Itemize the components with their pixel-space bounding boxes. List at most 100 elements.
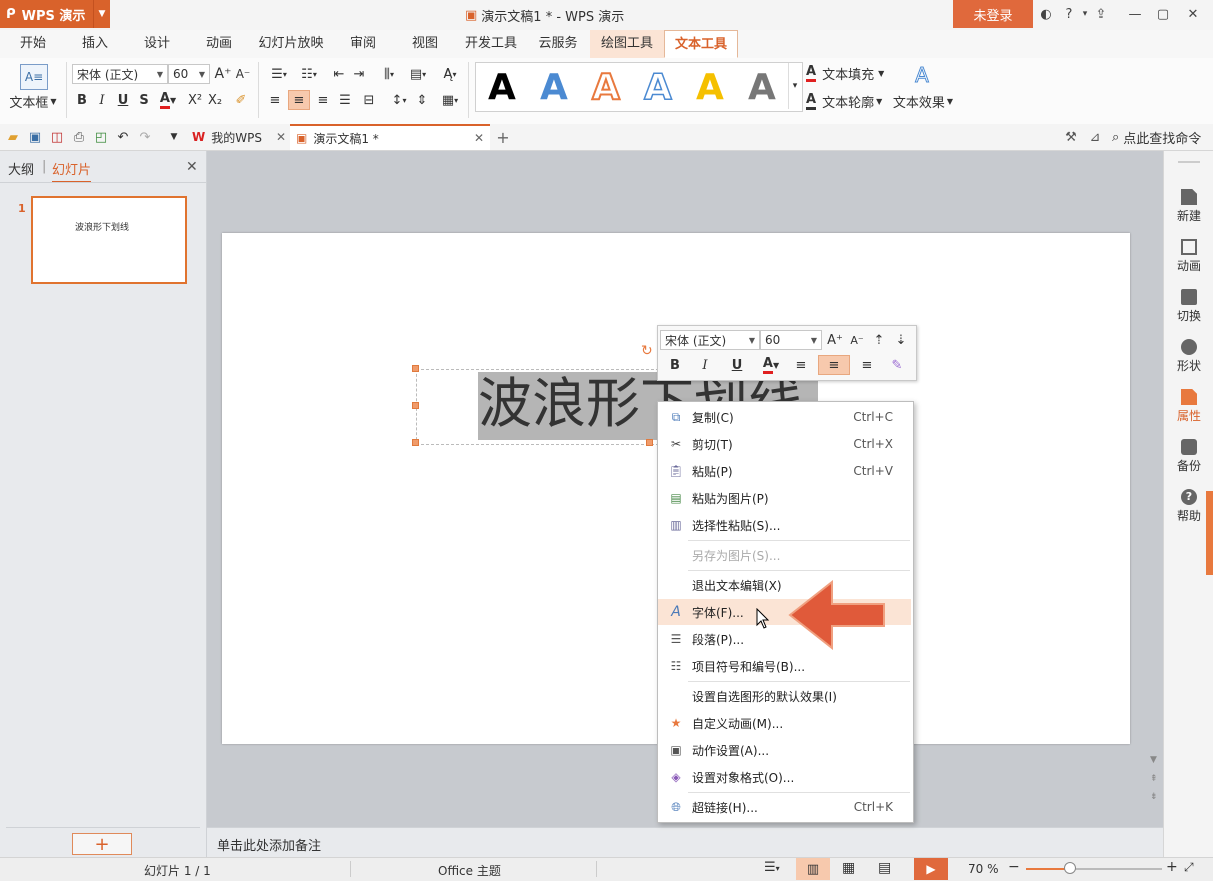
open-icon[interactable]: ▰ (4, 128, 22, 146)
align-left-icon[interactable]: ≡ (792, 355, 810, 375)
menu-item-bullets-numbering[interactable]: ☷ 项目符号和编号(B)... (658, 653, 911, 679)
grow-font-icon[interactable]: A⁺ (214, 64, 232, 84)
style-black[interactable]: A (488, 67, 516, 108)
add-slide-button[interactable]: + (72, 833, 132, 855)
justify-icon[interactable]: ☰ (336, 90, 354, 110)
collapse-ribbon-icon[interactable]: ⊿ (1086, 128, 1104, 146)
bold-icon[interactable]: B (666, 355, 684, 375)
shadow-icon[interactable]: S (136, 90, 152, 110)
tab-home[interactable]: 开始 (8, 30, 58, 58)
distribute-icon[interactable]: ⊟ (358, 90, 380, 110)
superscript-icon[interactable]: X² (186, 90, 204, 110)
bold-icon[interactable]: B (74, 90, 90, 110)
undo-icon[interactable]: ↶ (114, 128, 132, 146)
close-icon[interactable]: ✕ (186, 159, 198, 175)
slide-thumbnail[interactable]: 波浪形下划线 (31, 196, 187, 284)
pin-icon[interactable]: ⚒ (1062, 128, 1080, 146)
slide-sorter-icon[interactable]: ▦ (842, 860, 855, 876)
text-effect-icon[interactable]: A (912, 63, 932, 88)
zoom-slider-thumb[interactable] (1064, 862, 1076, 874)
bullet-list-icon[interactable]: ☰ ▾ (266, 64, 292, 84)
style-blue[interactable]: A (540, 67, 568, 108)
scroll-down-icon[interactable]: ▼ (1150, 755, 1157, 765)
menu-item-action-settings[interactable]: ▣ 动作设置(A)... (658, 737, 911, 763)
resize-handle[interactable] (412, 365, 419, 372)
style-blue-outline[interactable]: A (643, 66, 672, 109)
numbered-list-icon[interactable]: ☷ ▾ (296, 64, 322, 84)
task-transition[interactable]: 切换 (1164, 289, 1213, 324)
text-fill-button[interactable]: A 文本填充 ▼ (806, 64, 906, 83)
tab-insert[interactable]: 插入 (70, 30, 120, 58)
print-icon[interactable]: ⎙ (70, 128, 88, 146)
tab-review[interactable]: 审阅 (338, 30, 388, 58)
style-orange-outline[interactable]: A (591, 66, 621, 109)
decrease-spacing-icon[interactable]: ⇣ (892, 330, 910, 350)
zoom-level[interactable]: 70 % (968, 862, 999, 876)
tab-text-tools[interactable]: 文本工具 (664, 30, 738, 58)
text-effect-button[interactable]: 文本效果 ▼ (892, 92, 954, 111)
format-painter-icon[interactable]: ✎ (888, 355, 906, 375)
italic-icon[interactable]: I (94, 90, 110, 110)
style-gray[interactable]: A (748, 67, 776, 108)
mini-font-size-select[interactable]: 60 ▼ (760, 330, 822, 350)
resize-handle[interactable] (646, 439, 653, 446)
zoom-in-icon[interactable]: + (1166, 859, 1178, 875)
task-new[interactable]: 新建 (1164, 189, 1213, 224)
resize-handle[interactable] (412, 439, 419, 446)
export-pdf-icon[interactable]: ◫ (48, 128, 66, 146)
menu-item-custom-animation[interactable]: ★ 自定义动画(M)... (658, 710, 911, 736)
prev-slide-icon[interactable]: ⇞ (1150, 774, 1158, 784)
customize-chevron-icon[interactable]: ▼ (166, 128, 182, 146)
tab-drawing-tools[interactable]: 绘图工具 (590, 30, 664, 58)
textbox-icon[interactable]: A≡ (20, 64, 48, 90)
underline-icon[interactable]: U (115, 90, 131, 110)
rotate-handle-icon[interactable]: ↻ (641, 343, 653, 359)
close-icon[interactable]: ✕ (276, 130, 286, 144)
notes-pane[interactable]: 单击此处添加备注 (207, 827, 1163, 858)
menu-item-format-object[interactable]: ◈ 设置对象格式(O)... (658, 764, 911, 790)
font-size-select[interactable]: 60 ▼ (168, 64, 210, 84)
columns-icon[interactable]: ▤ ▾ (404, 64, 432, 84)
task-properties[interactable]: 属性 (1164, 389, 1213, 424)
maximize-icon[interactable]: ▢ (1152, 4, 1174, 24)
fit-window-icon[interactable]: ⤢ (1184, 860, 1194, 875)
align-right-icon[interactable]: ≡ (858, 355, 876, 375)
menu-item-paste[interactable]: 📋︎ 粘贴(P) Ctrl+V (658, 458, 911, 484)
new-tab-icon[interactable]: + (494, 127, 512, 147)
tab-my-wps[interactable]: W 我的WPS ✕ (186, 124, 290, 150)
text-align-vertical-icon[interactable]: Ą ▾ (436, 64, 464, 84)
line-spacing-icon[interactable]: ↕ ▾ (386, 90, 412, 110)
font-name-select[interactable]: 宋体 (正文) ▼ (72, 64, 168, 84)
increase-spacing-icon[interactable]: ⇡ (870, 330, 888, 350)
tab-animation[interactable]: 动画 (194, 30, 244, 58)
align-center-icon[interactable]: ≡ (288, 90, 310, 110)
save-icon[interactable]: ▣ (26, 128, 44, 146)
next-slide-icon[interactable]: ⇟ (1150, 792, 1158, 802)
text-fit-icon[interactable]: ▦ ▾ (436, 90, 464, 110)
style-yellow[interactable]: A (696, 67, 724, 108)
task-backup[interactable]: 备份 (1164, 439, 1213, 474)
menu-item-hyperlink[interactable]: 🌐︎ 超链接(H)... Ctrl+K (658, 794, 911, 820)
shrink-font-icon[interactable]: A⁻ (848, 330, 866, 350)
text-direction-icon[interactable]: ⫼ ▾ (376, 64, 402, 84)
notes-toggle-icon[interactable]: ☰▾ (764, 860, 780, 875)
align-right-icon[interactable]: ≡ (314, 90, 332, 110)
upload-icon[interactable]: ⇪ (1090, 4, 1112, 24)
text-outline-button[interactable]: A 文本轮廓 ▼ (806, 92, 890, 111)
tab-developer[interactable]: 开发工具 (460, 30, 522, 58)
align-center-icon[interactable]: ≡ (818, 355, 850, 375)
panel-expand-handle[interactable] (1206, 491, 1213, 575)
menu-item-copy[interactable]: ⧉ 复制(C) Ctrl+C (658, 404, 911, 430)
grow-font-icon[interactable]: A⁺ (826, 330, 844, 350)
normal-view-icon[interactable]: ▥ (796, 858, 830, 880)
mini-font-name-select[interactable]: 宋体 (正文) ▼ (660, 330, 760, 350)
subscript-icon[interactable]: X₂ (206, 90, 224, 110)
tab-view[interactable]: 视图 (400, 30, 450, 58)
tab-document[interactable]: ▣ 演示文稿1 * ✕ (290, 124, 490, 150)
paragraph-spacing-icon[interactable]: ⇕ (412, 90, 432, 110)
login-button[interactable]: 未登录 (953, 0, 1033, 28)
resize-handle[interactable] (412, 402, 419, 409)
menu-item-cut[interactable]: ✂ 剪切(T) Ctrl+X (658, 431, 911, 457)
menu-item-set-default-shape[interactable]: 设置自选图形的默认效果(I) (658, 683, 911, 709)
tab-slideshow[interactable]: 幻灯片放映 (254, 30, 328, 58)
